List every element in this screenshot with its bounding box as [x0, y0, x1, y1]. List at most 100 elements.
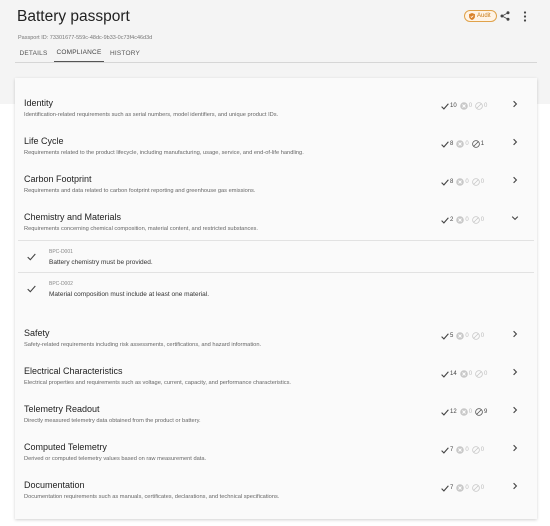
- failed-value: 0: [468, 409, 473, 415]
- section-description: Derived or computed telemetry values bas…: [24, 456, 207, 462]
- cancel-circle-icon: [459, 102, 468, 110]
- passed-value: 12: [450, 409, 457, 415]
- compliance-section[interactable]: Chemistry and Materials Requirements conc…: [15, 212, 537, 242]
- section-title: Life Cycle: [24, 136, 64, 146]
- failed-value: 0: [468, 371, 473, 377]
- cancel-circle-icon: [456, 140, 465, 148]
- section-description: Identification-related requirements such…: [24, 112, 279, 118]
- chevron-right-icon[interactable]: [511, 406, 519, 414]
- passed-value: 7: [450, 485, 454, 491]
- section-stats: 14 0 0: [441, 369, 490, 379]
- check-icon: [441, 178, 449, 186]
- passed-value: 10: [450, 103, 457, 109]
- compliance-section[interactable]: Computed Telemetry Derived or computed te…: [15, 442, 537, 472]
- block-icon: [471, 178, 480, 186]
- share-icon[interactable]: [500, 11, 510, 21]
- chevron-right-icon[interactable]: [511, 368, 519, 376]
- tab-bar: DETAILS COMPLIANCE HISTORY: [15, 44, 537, 63]
- failed-count: 0: [456, 484, 469, 492]
- requirement-text: Material composition must include at lea…: [49, 291, 210, 298]
- section-title: Documentation: [24, 480, 85, 490]
- failed-value: 0: [465, 179, 469, 185]
- compliance-section[interactable]: Carbon Footprint Requirements and data re…: [15, 174, 537, 204]
- passed-count: 10: [441, 102, 457, 110]
- compliance-section[interactable]: Safety Safety-related requirements includ…: [15, 328, 537, 358]
- not-applicable-count: 0: [471, 332, 484, 340]
- page-header: Battery passport Passport ID: 73301677-5…: [17, 8, 533, 41]
- section-description: Requirements concerning chemical composi…: [24, 226, 258, 232]
- chevron-right-icon[interactable]: [511, 330, 519, 338]
- check-icon: [27, 285, 36, 293]
- not-applicable-value: 0: [480, 447, 485, 453]
- compliance-section[interactable]: Identity Identification-related requireme…: [15, 98, 537, 128]
- failed-count: 0: [459, 408, 473, 416]
- cancel-circle-icon: [456, 484, 465, 492]
- compliance-section[interactable]: Documentation Documentation requirements …: [15, 480, 537, 510]
- passed-count: 12: [441, 408, 457, 416]
- audit-button[interactable]: Audit: [464, 10, 497, 22]
- not-applicable-count: 9: [475, 408, 487, 416]
- check-icon: [441, 102, 449, 110]
- block-icon: [471, 140, 480, 148]
- tab-history[interactable]: HISTORY: [109, 44, 141, 62]
- passed-count: 7: [441, 446, 454, 454]
- passed-value: 8: [450, 141, 454, 147]
- section-title: Telemetry Readout: [24, 404, 100, 414]
- more-vert-icon[interactable]: [522, 11, 528, 22]
- compliance-section[interactable]: Electrical Characteristics Electrical pro…: [15, 366, 537, 396]
- passed-count: 8: [441, 140, 454, 148]
- chevron-right-icon[interactable]: [511, 176, 519, 184]
- block-icon: [471, 446, 480, 454]
- requirement-code: BPC-D002: [49, 281, 73, 287]
- failed-value: 0: [465, 447, 469, 453]
- failed-value: 0: [465, 217, 469, 223]
- cancel-circle-icon: [456, 178, 465, 186]
- passed-value: 14: [450, 371, 457, 377]
- cancel-circle-icon: [459, 408, 468, 416]
- not-applicable-value: 0: [480, 179, 485, 185]
- failed-value: 0: [465, 485, 469, 491]
- requirement-code: BPC-D001: [49, 249, 73, 255]
- check-icon: [441, 370, 449, 378]
- failed-count: 0: [456, 140, 469, 148]
- section-stats: 10 0 0: [441, 101, 490, 111]
- passed-value: 7: [450, 447, 454, 453]
- check-icon: [441, 332, 449, 340]
- section-title: Electrical Characteristics: [24, 366, 123, 376]
- passed-value: 2: [450, 217, 454, 223]
- failed-count: 0: [459, 102, 472, 110]
- chevron-right-icon[interactable]: [511, 444, 519, 452]
- tab-compliance[interactable]: COMPLIANCE: [54, 44, 104, 62]
- failed-value: 0: [465, 333, 469, 339]
- section-stats: 12 0 9: [441, 407, 490, 417]
- passed-count: 8: [441, 178, 453, 186]
- passed-count: 2: [441, 216, 454, 224]
- failed-value: 0: [465, 141, 469, 147]
- not-applicable-value: 1: [480, 141, 485, 147]
- failed-count: 0: [456, 446, 469, 454]
- chevron-right-icon[interactable]: [511, 138, 519, 146]
- chevron-down-icon[interactable]: [511, 214, 519, 222]
- tab-details[interactable]: DETAILS: [15, 44, 52, 62]
- chevron-right-icon[interactable]: [511, 482, 519, 490]
- check-icon: [441, 446, 449, 454]
- section-stats: 8 0 0: [441, 177, 487, 187]
- section-title: Chemistry and Materials: [24, 212, 122, 222]
- failed-count: 0: [456, 332, 469, 340]
- block-icon: [471, 332, 480, 340]
- chevron-right-icon[interactable]: [511, 100, 519, 108]
- compliance-section[interactable]: Life Cycle Requirements related to the pr…: [15, 136, 537, 166]
- section-description: Documentation requirements such as manua…: [24, 494, 280, 500]
- block-icon: [471, 216, 480, 224]
- not-applicable-count: 0: [475, 102, 487, 110]
- compliance-panel: Identity Identification-related requireme…: [15, 78, 537, 519]
- section-stats: 5 0 0: [441, 331, 487, 341]
- requirement-text: Battery chemistry must be provided.: [49, 259, 153, 266]
- page-title: Battery passport: [17, 8, 130, 25]
- check-icon: [27, 253, 36, 261]
- check-icon: [441, 408, 449, 416]
- passed-value: 5: [450, 333, 454, 339]
- section-description: Safety-related requirements including ri…: [24, 342, 262, 348]
- block-icon: [475, 370, 483, 378]
- compliance-section[interactable]: Telemetry Readout Directly measured telem…: [15, 404, 537, 434]
